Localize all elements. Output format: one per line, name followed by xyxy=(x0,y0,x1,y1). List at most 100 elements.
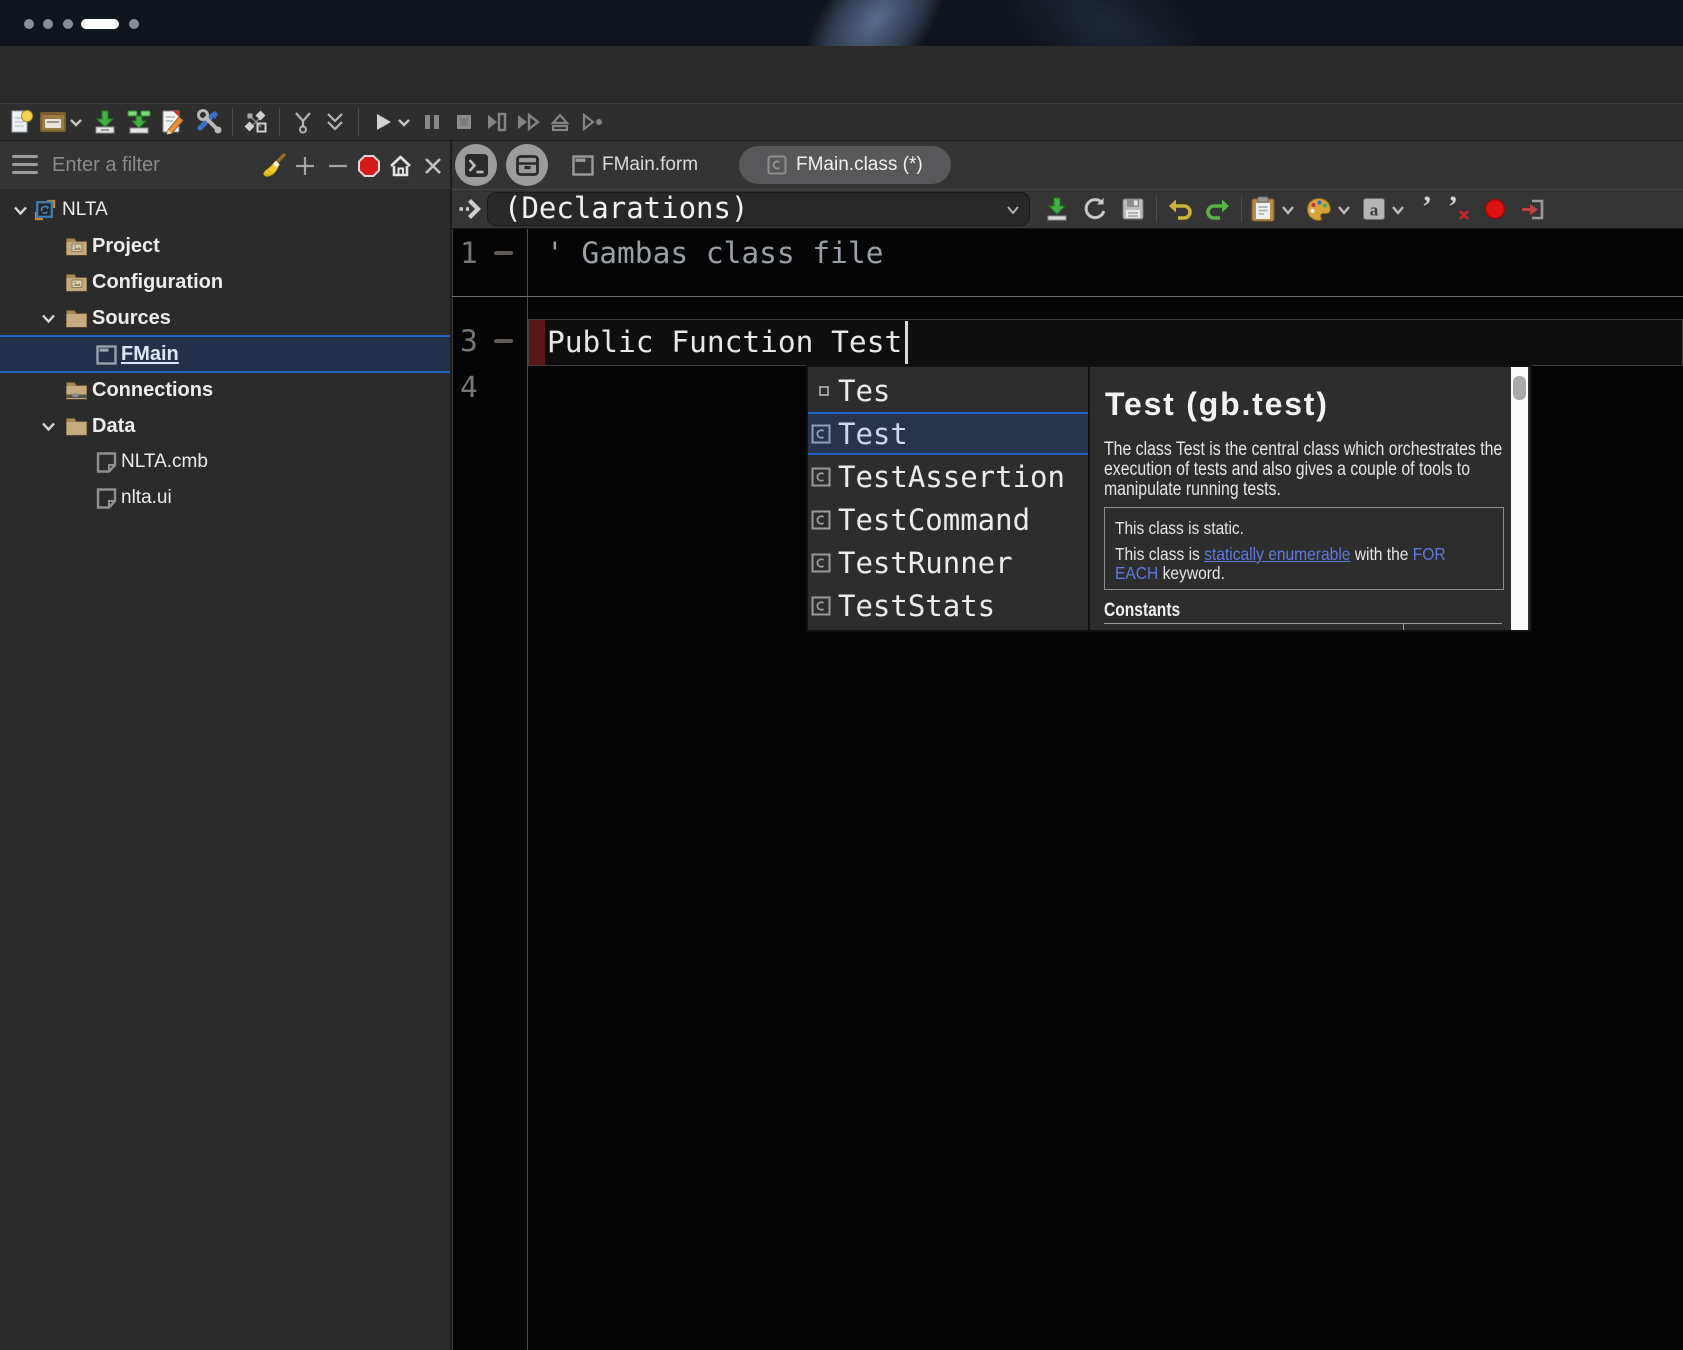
run-until-icon xyxy=(578,108,606,136)
tree-item-label: FMain xyxy=(121,343,179,366)
tree-item-nlta-ui[interactable]: nlta.ui xyxy=(0,480,450,516)
autocomplete-item[interactable]: Tes xyxy=(808,369,1088,412)
doc-text: This class is xyxy=(1115,544,1204,564)
home-button[interactable] xyxy=(387,141,413,190)
tree-item-nlta-cmb[interactable]: NLTA.cmb xyxy=(0,444,450,480)
save-project-button[interactable] xyxy=(89,106,121,138)
letter-a-icon: a xyxy=(1361,196,1409,222)
reload-button[interactable] xyxy=(1076,193,1114,225)
autocomplete-item[interactable]: TestStats xyxy=(808,584,1088,627)
text-cursor xyxy=(905,321,908,364)
stop-point-button[interactable] xyxy=(356,141,382,190)
minus-icon xyxy=(327,155,349,177)
tree-item-configuration[interactable]: Configuration xyxy=(0,264,450,300)
stop-sign-icon xyxy=(357,154,381,178)
export-button[interactable] xyxy=(1114,193,1152,225)
chevron-down-icon[interactable] xyxy=(40,418,57,435)
broom-icon xyxy=(261,153,287,179)
lock-button[interactable] xyxy=(506,144,548,186)
folder-connection-icon xyxy=(65,379,88,401)
procedure-margin-marker xyxy=(529,320,545,365)
quote-icon: ’ xyxy=(1419,196,1435,222)
clipboard-icon xyxy=(1249,196,1299,223)
format-button[interactable] xyxy=(1302,193,1358,225)
code-line-comment: ' Gambas class file xyxy=(546,231,883,275)
merge-button[interactable] xyxy=(287,106,319,138)
new-file-button[interactable] xyxy=(5,106,37,138)
pause-button[interactable] xyxy=(416,106,448,138)
pause-icon xyxy=(418,108,446,136)
step-into-button[interactable] xyxy=(480,106,512,138)
collapse-tree-button[interactable] xyxy=(325,141,351,190)
goto-button[interactable] xyxy=(1514,193,1552,225)
goto-line-icon xyxy=(1519,196,1547,222)
save-button[interactable] xyxy=(1038,193,1076,225)
stop-button[interactable] xyxy=(448,106,480,138)
uncomment-button[interactable]: ’ xyxy=(1442,193,1476,225)
autocomplete-item[interactable]: TestRunner xyxy=(808,541,1088,584)
fold-marker[interactable] xyxy=(494,339,513,343)
paste-special-button[interactable] xyxy=(1246,193,1302,225)
autocomplete-item[interactable]: TestCommand xyxy=(808,498,1088,541)
goto-procedure-icon[interactable] xyxy=(457,195,485,223)
run-button[interactable] xyxy=(366,106,416,138)
chevron-down-icon[interactable] xyxy=(40,310,57,327)
tab-fmain-form[interactable]: FMain.form xyxy=(572,141,698,189)
doc-scrollbar-thumb[interactable] xyxy=(1513,376,1526,400)
tools-button[interactable] xyxy=(193,106,225,138)
compile-button[interactable] xyxy=(123,106,155,138)
procedure-selector[interactable]: (Declarations) xyxy=(487,192,1030,226)
autocomplete-item-selected[interactable]: Test xyxy=(808,412,1088,455)
doc-scrollbar[interactable] xyxy=(1511,367,1528,630)
svg-text:’: ’ xyxy=(1448,196,1458,222)
archive-icon xyxy=(515,153,540,178)
panel-divider[interactable] xyxy=(452,229,453,1350)
reload-icon xyxy=(1082,196,1108,222)
fold-marker[interactable] xyxy=(494,251,513,255)
tree-item-sources[interactable]: Sources xyxy=(0,300,450,336)
sidebar-menu-icon[interactable] xyxy=(12,155,38,175)
home-icon xyxy=(388,154,413,178)
procedure-nav-row: (Declarations) a ’ ’ xyxy=(452,190,1683,229)
make-executable-button[interactable] xyxy=(240,106,272,138)
redo-button[interactable] xyxy=(1199,193,1237,225)
filter-input[interactable] xyxy=(52,149,252,181)
doc-link[interactable]: statically enumerable xyxy=(1204,544,1350,564)
breakpoint-button[interactable] xyxy=(1476,193,1514,225)
tree-item-fmain[interactable]: FMain xyxy=(0,335,450,373)
class-icon xyxy=(811,510,831,530)
code-editor[interactable]: 1 3 4 ' Gambas class file Public Functio… xyxy=(452,229,1683,1350)
undo-button[interactable] xyxy=(1161,193,1199,225)
new-file-icon xyxy=(7,108,35,136)
quote-remove-icon: ’ xyxy=(1444,196,1474,222)
chevron-down-icon[interactable] xyxy=(12,202,29,219)
tree-item-data[interactable]: Data xyxy=(0,408,450,444)
clean-filter-button[interactable] xyxy=(261,141,287,190)
expand-tree-button[interactable] xyxy=(292,141,318,190)
forward-button[interactable] xyxy=(512,106,544,138)
make-executable-icon xyxy=(243,109,269,135)
autocomplete-item-label: TestAssertion xyxy=(838,460,1065,494)
open-project-button[interactable] xyxy=(37,106,83,138)
doc-description: The class Test is the central class whic… xyxy=(1104,440,1530,501)
run-until-button[interactable] xyxy=(576,106,608,138)
auto-format-button[interactable]: a xyxy=(1358,193,1412,225)
expand-button[interactable] xyxy=(319,106,351,138)
stop-icon xyxy=(450,108,478,136)
run-icon xyxy=(368,108,414,136)
eject-button[interactable] xyxy=(544,106,576,138)
main-toolbar xyxy=(0,103,1683,141)
tree-item-connections[interactable]: Connections xyxy=(0,372,450,408)
tree-item-label: Configuration xyxy=(92,271,223,294)
edit-button[interactable] xyxy=(157,106,189,138)
project-tree: NLTA Project Configuration Sources xyxy=(0,190,450,1350)
tree-item-nlta[interactable]: NLTA xyxy=(0,192,450,228)
folder-media-icon xyxy=(65,271,88,293)
tree-item-project[interactable]: Project xyxy=(0,228,450,264)
comment-button[interactable]: ’ xyxy=(1412,193,1442,225)
tab-fmain-class[interactable]: FMain.class (*) xyxy=(739,146,951,184)
console-button[interactable] xyxy=(455,144,497,186)
autocomplete-item[interactable]: TestAssertion xyxy=(808,455,1088,498)
close-filter-button[interactable] xyxy=(420,141,446,190)
table-column-divider xyxy=(1403,624,1404,630)
